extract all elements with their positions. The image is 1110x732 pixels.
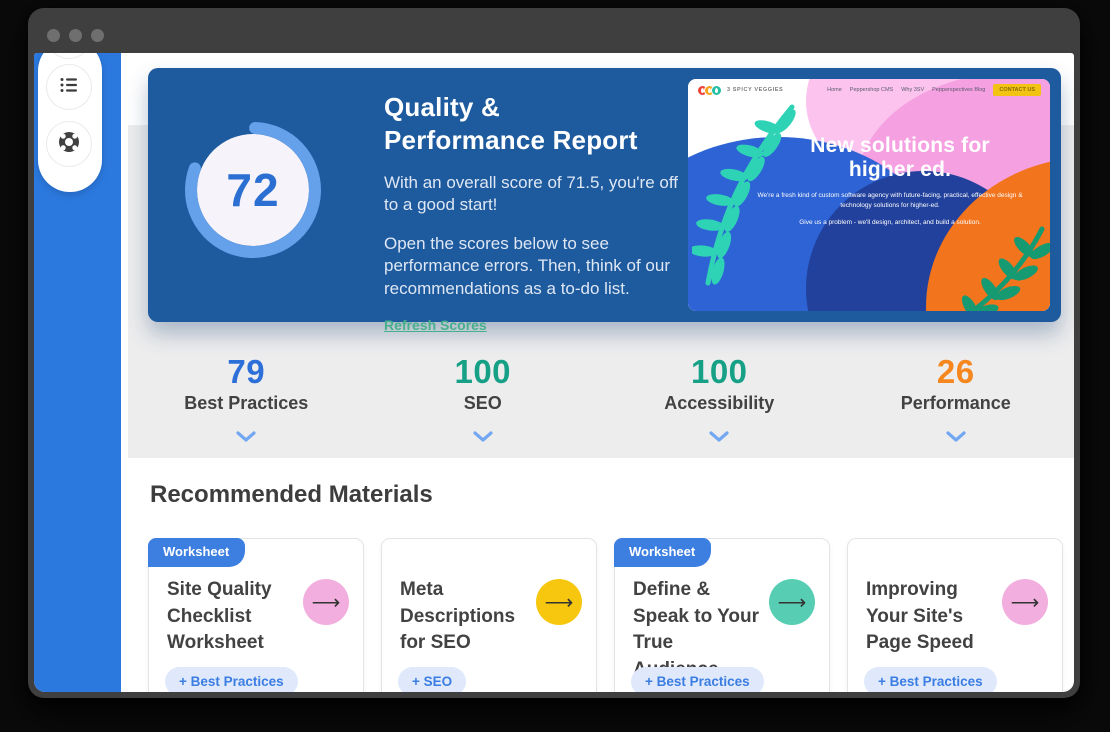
card-title: Meta Descriptions for SEO (400, 577, 530, 657)
site-brand: 3 SPICY VEGGIES (727, 87, 783, 93)
score-value: 26 (937, 353, 975, 391)
chevron-down-icon[interactable] (946, 429, 966, 447)
sidebar-button-help[interactable] (46, 121, 92, 167)
card-arrow-button[interactable]: ⟶ (303, 579, 349, 625)
score-accessibility: 100 Accessibility (601, 353, 838, 453)
arrow-right-icon: ⟶ (778, 590, 807, 615)
site-nav-blog[interactable]: Pepperspectives Blog (932, 87, 985, 93)
category-scores: 79 Best Practices 100 SEO 100 Accessibil… (128, 353, 1074, 453)
worksheet-badge: Worksheet (614, 538, 711, 567)
sidebar-button-scores[interactable] (46, 64, 92, 110)
card-title: Site Quality Checklist Worksheet (167, 577, 297, 657)
window-dot[interactable] (91, 29, 104, 42)
card-title: Improving Your Site's Page Speed (866, 577, 996, 657)
score-seo: 100 SEO (365, 353, 602, 453)
category-tag[interactable]: + Best Practices (631, 667, 764, 692)
site-headline: New solutions for higher ed. (758, 134, 1042, 181)
material-card-page-speed[interactable]: Improving Your Site's Page Speed ⟶ + Bes… (847, 538, 1063, 692)
window-dot[interactable] (47, 29, 60, 42)
score-value: 79 (227, 353, 265, 391)
overall-score-value: 72 (173, 110, 333, 270)
score-label: SEO (464, 393, 502, 414)
score-value: 100 (454, 353, 511, 391)
chevron-down-icon[interactable] (236, 429, 256, 447)
card-arrow-button[interactable]: ⟶ (1002, 579, 1048, 625)
site-navbar: 3 SPICY VEGGIES Home Peppershop CMS Why … (688, 79, 1050, 101)
score-label: Best Practices (184, 393, 308, 414)
arrow-right-icon: ⟶ (1011, 590, 1040, 615)
category-tag[interactable]: + SEO (398, 667, 466, 692)
site-nav-why[interactable]: Why 3SV (901, 87, 924, 93)
sidebar (34, 53, 121, 692)
page-content: 72 Quality & Performance Report With an … (34, 53, 1074, 692)
arrow-right-icon: ⟶ (545, 590, 574, 615)
site-subtext: We're a fresh kind of custom software ag… (756, 191, 1024, 228)
card-arrow-button[interactable]: ⟶ (536, 579, 582, 625)
material-card-meta-descriptions[interactable]: Meta Descriptions for SEO ⟶ + SEO (381, 538, 597, 692)
score-label: Performance (901, 393, 1011, 414)
arrow-right-icon: ⟶ (312, 590, 341, 615)
card-arrow-button[interactable]: ⟶ (769, 579, 815, 625)
crescent-decoration (1037, 299, 1050, 311)
life-buoy-icon (57, 130, 81, 159)
chevron-down-icon[interactable] (473, 429, 493, 447)
sidebar-button-top[interactable] (46, 53, 92, 59)
score-performance: 26 Performance (838, 353, 1075, 453)
browser-window: 72 Quality & Performance Report With an … (28, 8, 1080, 698)
site-nav-cms[interactable]: Peppershop CMS (850, 87, 893, 93)
window-controls[interactable] (47, 29, 104, 42)
site-contact-button[interactable]: CONTACT US (993, 84, 1041, 96)
report-title: Quality & Performance Report (384, 91, 686, 156)
category-tag[interactable]: + Best Practices (864, 667, 997, 692)
site-nav-home[interactable]: Home (827, 87, 842, 93)
report-summary: With an overall score of 71.5, you're of… (384, 172, 686, 217)
category-tag[interactable]: + Best Practices (165, 667, 298, 692)
score-value: 100 (691, 353, 748, 391)
refresh-scores-link[interactable]: Refresh Scores (384, 317, 487, 333)
site-logo-icon (697, 85, 722, 96)
website-hero: New solutions for higher ed. We're a fre… (688, 79, 1050, 311)
material-card-site-quality[interactable]: Worksheet Site Quality Checklist Workshe… (148, 538, 364, 692)
recommended-materials-heading: Recommended Materials (150, 481, 433, 509)
score-best-practices: 79 Best Practices (128, 353, 365, 453)
chevron-down-icon[interactable] (709, 429, 729, 447)
overall-score-gauge: 72 (173, 110, 333, 270)
score-label: Accessibility (664, 393, 774, 414)
material-card-define-audience[interactable]: Worksheet Define & Speak to Your True Au… (614, 538, 830, 692)
materials-cards: Worksheet Site Quality Checklist Workshe… (148, 538, 1063, 692)
website-preview: New solutions for higher ed. We're a fre… (688, 79, 1050, 311)
window-dot[interactable] (69, 29, 82, 42)
worksheet-badge: Worksheet (148, 538, 245, 567)
list-icon (57, 73, 81, 102)
report-instructions: Open the scores below to see performance… (384, 233, 686, 300)
quality-report-card: 72 Quality & Performance Report With an … (148, 68, 1061, 322)
sidebar-button-pill (38, 53, 102, 192)
